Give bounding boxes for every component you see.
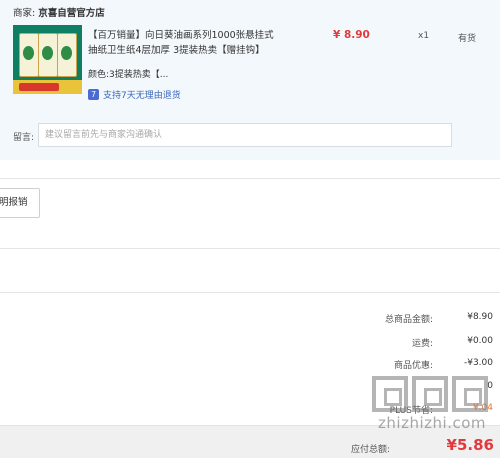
tissue-pack-image xyxy=(57,33,77,77)
return-policy-text: 支持7天无理由退货 xyxy=(103,91,181,101)
zhizhizhi-logo xyxy=(372,376,488,412)
invoice-reimburse-button[interactable]: 明报销 xyxy=(0,188,40,218)
invoice-button-label: 明报销 xyxy=(0,197,28,208)
divider xyxy=(0,178,500,179)
summary-value: -¥3.00 xyxy=(463,358,493,368)
seller-label: 商家: xyxy=(13,8,36,19)
watermark-glyph xyxy=(372,376,408,412)
summary-label: 总商品金额: xyxy=(384,315,433,325)
tissue-pack-image xyxy=(38,33,58,77)
summary-row-subtotal: 总商品金额: ¥8.90 xyxy=(343,312,493,326)
summary-label: 运费: xyxy=(411,339,433,349)
product-color: 颜色:3提装热卖【... xyxy=(88,67,168,80)
seller-name-link[interactable]: 京喜自营官方店 xyxy=(38,8,105,19)
product-title-link[interactable]: 【百万销量】向日葵油画系列1000张悬挂式抽纸卫生纸4层加厚 3提装热卖【赠挂钩… xyxy=(88,28,283,58)
product-quantity: x1 xyxy=(418,31,430,41)
product-thumbnail[interactable] xyxy=(13,25,82,94)
summary-row-discount: 商品优惠: -¥3.00 xyxy=(343,358,493,372)
color-value: 3提装热卖【... xyxy=(109,70,169,80)
tissue-pack-image xyxy=(19,33,39,77)
message-input[interactable] xyxy=(38,123,452,147)
thumbnail-badge xyxy=(19,83,59,91)
message-label: 留言: xyxy=(13,133,35,143)
return-policy-icon: 7 xyxy=(88,89,99,100)
summary-value: ¥8.90 xyxy=(467,312,493,322)
summary-row-shipping: 运费: ¥0.00 xyxy=(343,336,493,350)
product-price: ¥ 8.90 xyxy=(333,29,370,41)
color-label: 颜色: xyxy=(88,70,110,80)
summary-label: 商品优惠: xyxy=(393,361,433,371)
seller-line: 商家: 京喜自营官方店 xyxy=(13,5,105,19)
divider xyxy=(0,292,500,293)
divider xyxy=(0,248,500,249)
total-amount: ¥5.86 xyxy=(446,436,494,454)
total-label: 应付总额: xyxy=(350,445,390,455)
seller-order-block: 商家: 京喜自营官方店 【百万销量】向日葵油画系列1000张悬挂式抽纸卫生纸4层… xyxy=(0,0,500,160)
watermark-glyph xyxy=(412,376,448,412)
return-policy[interactable]: 7 支持7天无理由退货 xyxy=(88,88,181,101)
summary-value: ¥0.00 xyxy=(467,336,493,346)
watermark-text: zhizhizhi.com xyxy=(378,414,486,432)
watermark-glyph xyxy=(452,376,488,412)
stock-status: 有货 xyxy=(458,34,477,44)
